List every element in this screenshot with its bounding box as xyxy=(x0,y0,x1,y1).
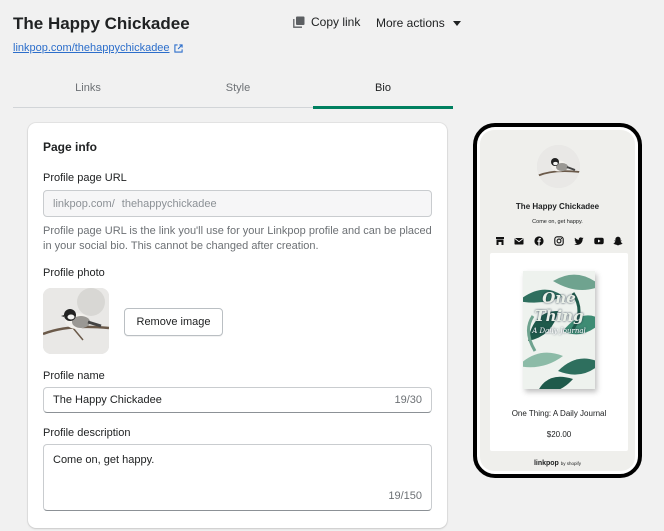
book-title-2: Thing xyxy=(534,307,584,325)
phone-screen: The Happy Chickadee Come on, get happy. xyxy=(480,130,635,471)
product-title: One Thing: A Daily Journal xyxy=(511,409,607,418)
profile-desc-label: Profile description xyxy=(43,427,131,439)
remove-image-button[interactable]: Remove image xyxy=(124,308,223,336)
linkpop-wordmark: linkpop xyxy=(533,460,559,467)
shop-icon[interactable] xyxy=(494,235,505,246)
phone-preview: The Happy Chickadee Come on, get happy. xyxy=(473,123,642,478)
profile-desc-value: Come on, get happy. xyxy=(53,454,155,466)
page-info-card: Page info Profile page URL linkpop.com/ … xyxy=(28,123,447,528)
profile-url-text: linkpop.com/thehappychickadee xyxy=(13,42,170,54)
url-prefix: linkpop.com/ xyxy=(53,197,115,210)
chickadee-avatar xyxy=(537,145,580,188)
copy-link-button[interactable]: Copy link xyxy=(293,15,360,29)
book-title-1: One xyxy=(542,289,576,307)
profile-url-help: Profile page URL is the link you'll use … xyxy=(43,225,432,252)
external-link-icon xyxy=(173,43,183,53)
email-icon[interactable] xyxy=(514,235,525,246)
caret-down-icon xyxy=(452,20,461,26)
profile-photo xyxy=(43,288,109,354)
profile-name-input[interactable]: The Happy Chickadee 19/30 xyxy=(43,387,432,413)
instagram-icon[interactable] xyxy=(553,235,564,246)
profile-photo-label: Profile photo xyxy=(43,267,105,279)
url-slug: thehappychickadee xyxy=(121,197,217,210)
tab-style[interactable]: Style xyxy=(163,74,313,107)
profile-name-label: Profile name xyxy=(43,370,105,382)
preview-product-card[interactable]: One Thing A Daily Journal One Thing: A D… xyxy=(490,253,628,451)
linkpop-logo: linkpop by shopify xyxy=(480,460,635,467)
profile-desc-count: 19/150 xyxy=(388,490,422,502)
chickadee-photo xyxy=(43,288,109,354)
profile-desc-textarea[interactable]: Come on, get happy. 19/150 xyxy=(43,444,432,511)
copy-icon xyxy=(293,16,305,28)
preview-avatar xyxy=(537,145,580,188)
book-cover: One Thing A Daily Journal xyxy=(523,271,595,389)
more-actions-button[interactable]: More actions xyxy=(376,16,461,30)
by-shopify: by shopify xyxy=(560,461,582,466)
twitter-icon[interactable] xyxy=(573,235,584,246)
preview-socials xyxy=(494,235,624,246)
more-actions-label: More actions xyxy=(376,16,445,30)
preview-name: The Happy Chickadee xyxy=(515,202,600,211)
snapchat-icon[interactable] xyxy=(613,235,624,246)
profile-url-field: linkpop.com/ thehappychickadee xyxy=(43,190,432,217)
copy-link-label: Copy link xyxy=(311,15,361,29)
profile-url-label: Profile page URL xyxy=(43,172,127,184)
tab-bio[interactable]: Bio xyxy=(313,74,453,109)
book-subtitle: A Daily Journal xyxy=(532,327,586,335)
facebook-icon[interactable] xyxy=(534,235,545,246)
profile-url-link[interactable]: linkpop.com/thehappychickadee xyxy=(13,42,183,54)
card-title: Page info xyxy=(43,140,98,154)
youtube-icon[interactable] xyxy=(593,235,604,246)
page-title: The Happy Chickadee xyxy=(13,14,190,33)
profile-name-count: 19/30 xyxy=(394,394,422,406)
tab-links[interactable]: Links xyxy=(13,74,163,107)
profile-name-value: The Happy Chickadee xyxy=(53,394,162,406)
product-price: $20.00 xyxy=(546,430,572,439)
preview-description: Come on, get happy. xyxy=(532,219,583,225)
tab-bar: Links Style Bio xyxy=(13,74,453,109)
